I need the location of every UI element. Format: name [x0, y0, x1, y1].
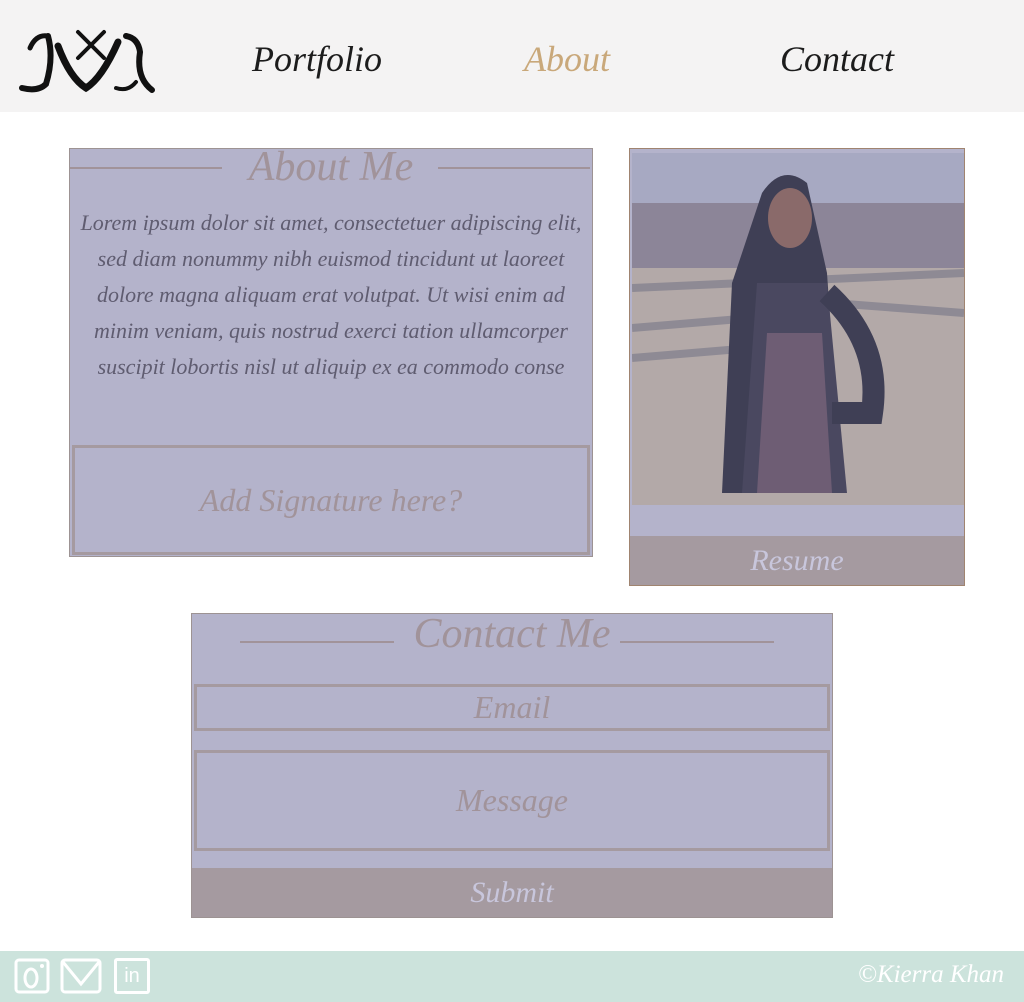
- nav-contact[interactable]: Contact: [780, 38, 894, 80]
- nav-portfolio[interactable]: Portfolio: [252, 38, 382, 80]
- contact-panel: Contact Me Email Message Submit: [191, 611, 833, 918]
- site-footer: in ©Kierra Khan: [0, 951, 1024, 1002]
- instagram-icon[interactable]: [14, 958, 50, 994]
- nav-about[interactable]: About: [524, 38, 610, 80]
- about-body: Lorem ipsum dolor sit amet, consectetuer…: [80, 210, 582, 379]
- mail-icon[interactable]: [60, 958, 102, 994]
- resume-button[interactable]: Resume: [630, 536, 964, 585]
- copyright: ©Kierra Khan: [857, 961, 1004, 988]
- email-field[interactable]: Email: [194, 684, 830, 731]
- photo-panel: Resume: [629, 148, 965, 586]
- about-title: About Me: [248, 144, 414, 190]
- submit-button[interactable]: Submit: [192, 868, 832, 917]
- site-header: Portfolio About Contact: [0, 0, 1024, 112]
- message-field[interactable]: Message: [194, 750, 830, 851]
- signature-field[interactable]: Add Signature here?: [72, 445, 590, 555]
- about-panel: About Me Lorem ipsum dolor sit amet, con…: [69, 144, 593, 557]
- profile-photo: [632, 153, 964, 505]
- contact-title: Contact Me: [413, 611, 611, 657]
- logo[interactable]: [18, 28, 158, 94]
- linkedin-icon[interactable]: in: [114, 958, 150, 994]
